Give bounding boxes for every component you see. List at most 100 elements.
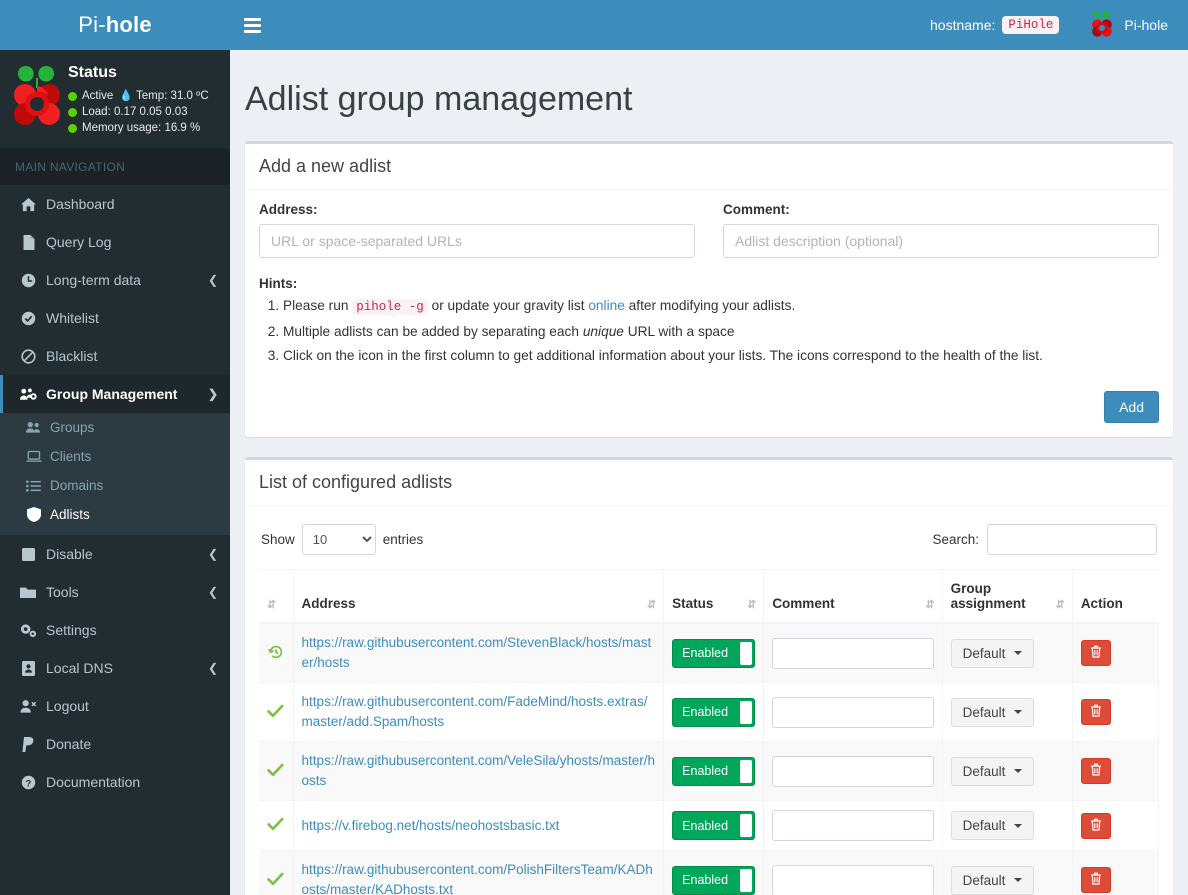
hint2-text-a: Multiple adlists can be added by separat… <box>283 324 579 339</box>
sidebar-item-long-term-data[interactable]: Long-term data ❮ <box>0 261 230 299</box>
table-row: https://raw.githubusercontent.com/FadeMi… <box>259 682 1160 742</box>
hostname-value: PiHole <box>1002 16 1060 34</box>
sidebar-item-whitelist[interactable]: Whitelist <box>0 299 230 337</box>
comment-edit-input[interactable] <box>772 637 934 669</box>
adlist-address-link[interactable]: https://raw.githubusercontent.com/FadeMi… <box>302 694 648 729</box>
page-length-select[interactable]: 10 25 50 100 All <box>301 524 376 555</box>
user-menu[interactable]: Pi-hole <box>1089 10 1174 41</box>
column-header-comment[interactable]: Comment ⇵ <box>763 569 943 624</box>
adlists-table: ⇵ Address ⇵ Status ⇵ Comment ⇵ Group ass… <box>259 569 1160 895</box>
status-text-block: Status Active 💧 Temp: 31.0 ºC Load: 0.17… <box>68 62 209 136</box>
delete-button[interactable] <box>1080 812 1111 839</box>
sidebar-item-local-dns[interactable]: Local DNS ❮ <box>0 649 230 687</box>
toggle-knob <box>740 641 753 665</box>
status-toggle[interactable]: Enabled <box>672 697 756 727</box>
check-icon[interactable] <box>267 702 284 722</box>
row-health-cell <box>259 850 294 895</box>
column-header-address[interactable]: Address ⇵ <box>293 569 665 624</box>
add-button[interactable]: Add <box>1104 391 1159 423</box>
sidebar-item-domains[interactable]: Domains <box>0 471 230 500</box>
column-header-group-assignment[interactable]: Group assignment ⇵ <box>942 569 1073 624</box>
sort-icon: ⇵ <box>646 599 657 611</box>
brand-name-thin: Pi- <box>78 12 106 37</box>
delete-button[interactable] <box>1080 699 1111 725</box>
table-row: https://raw.githubusercontent.com/VeleSi… <box>259 741 1160 801</box>
group-assignment-dropdown[interactable]: Default <box>950 697 1035 727</box>
sidebar-toggle-icon[interactable] <box>230 0 275 50</box>
column-header-health[interactable]: ⇵ <box>259 569 294 624</box>
group-assignment-dropdown[interactable]: Default <box>950 756 1035 786</box>
sidebar-item-documentation[interactable]: ? Documentation <box>0 763 230 801</box>
check-icon[interactable] <box>267 761 284 781</box>
row-comment-cell <box>763 741 943 801</box>
status-toggle[interactable]: Enabled <box>672 811 756 840</box>
address-input[interactable] <box>259 224 695 258</box>
adlist-address-link[interactable]: https://raw.githubusercontent.com/Polish… <box>302 862 653 895</box>
row-action-cell <box>1072 741 1160 801</box>
add-adlist-header: Add a new adlist <box>245 144 1173 190</box>
sidebar-item-tools[interactable]: Tools ❮ <box>0 573 230 611</box>
status-toggle[interactable]: Enabled <box>672 865 756 895</box>
column-header-status[interactable]: Status ⇵ <box>663 569 765 624</box>
stop-icon <box>18 547 38 561</box>
history-icon[interactable] <box>267 645 284 663</box>
sidebar-item-adlists[interactable]: Adlists <box>0 500 230 529</box>
toggle-knob <box>740 814 753 837</box>
ban-icon <box>18 348 38 364</box>
sidebar-item-group-management[interactable]: Group Management ❯ <box>0 375 230 413</box>
sidebar-item-logout[interactable]: Logout <box>0 687 230 725</box>
adlist-address-link[interactable]: https://v.firebog.net/hosts/neohostsbasi… <box>302 818 560 833</box>
delete-button[interactable] <box>1080 640 1111 666</box>
comment-edit-input[interactable] <box>772 696 934 728</box>
app-root: Pi-hole Status Active 💧 Temp: 31.0 ºC Lo… <box>0 0 1188 895</box>
comment-edit-input[interactable] <box>772 864 934 895</box>
sidebar-item-disable[interactable]: Disable ❮ <box>0 535 230 573</box>
status-toggle[interactable]: Enabled <box>672 756 756 786</box>
comment-edit-input[interactable] <box>772 755 934 787</box>
add-adlist-card: Add a new adlist Address: Comment: Hint <box>245 141 1173 437</box>
row-comment-cell <box>763 850 943 895</box>
brand-name-bold: hole <box>105 12 152 37</box>
trash-icon <box>1090 763 1102 779</box>
status-toggle[interactable]: Enabled <box>672 638 756 668</box>
row-action-cell <box>1072 800 1160 851</box>
home-icon <box>18 197 38 212</box>
brand-logo[interactable]: Pi-hole <box>0 0 230 50</box>
sidebar-item-label: Domains <box>50 478 104 493</box>
check-icon[interactable] <box>267 870 284 890</box>
row-comment-cell <box>763 800 943 851</box>
temperature-icon: 💧 <box>119 90 134 102</box>
delete-button[interactable] <box>1080 758 1111 784</box>
sidebar-item-donate[interactable]: Donate <box>0 725 230 763</box>
delete-button[interactable] <box>1080 867 1111 893</box>
adlist-address-link[interactable]: https://raw.githubusercontent.com/Steven… <box>302 635 652 670</box>
group-assignment-dropdown[interactable]: Default <box>950 811 1035 840</box>
sidebar-item-groups[interactable]: Groups <box>0 413 230 442</box>
search-input[interactable] <box>987 524 1157 555</box>
sidebar-item-label: Query Log <box>46 234 112 250</box>
update-gravity-online-link[interactable]: online <box>588 298 625 313</box>
row-address-cell: https://raw.githubusercontent.com/Steven… <box>293 623 665 683</box>
row-group-cell: Default <box>942 682 1073 742</box>
comment-edit-input[interactable] <box>772 810 934 841</box>
sidebar: Pi-hole Status Active 💧 Temp: 31.0 ºC Lo… <box>0 0 230 895</box>
adlist-address-link[interactable]: https://raw.githubusercontent.com/VeleSi… <box>302 753 655 788</box>
page-length-control: Show 10 25 50 100 All entries <box>261 524 423 555</box>
group-assignment-dropdown[interactable]: Default <box>950 865 1035 895</box>
row-group-cell: Default <box>942 850 1073 895</box>
sidebar-item-dashboard[interactable]: Dashboard <box>0 185 230 223</box>
sidebar-item-blacklist[interactable]: Blacklist <box>0 337 230 375</box>
sidebar-item-query-log[interactable]: Query Log <box>0 223 230 261</box>
sidebar-item-clients[interactable]: Clients <box>0 442 230 471</box>
check-icon[interactable] <box>267 815 284 835</box>
chevron-down-icon <box>1014 769 1023 773</box>
sidebar-item-label: Logout <box>46 698 89 714</box>
row-address-cell: https://v.firebog.net/hosts/neohostsbasi… <box>293 800 665 851</box>
sidebar-item-settings[interactable]: Settings <box>0 611 230 649</box>
row-action-cell <box>1072 850 1160 895</box>
sidebar-item-label: Clients <box>50 449 92 464</box>
group-assignment-dropdown[interactable]: Default <box>950 638 1035 668</box>
comment-input[interactable] <box>723 224 1159 258</box>
user-times-icon <box>18 699 38 714</box>
shield-icon <box>24 507 43 522</box>
